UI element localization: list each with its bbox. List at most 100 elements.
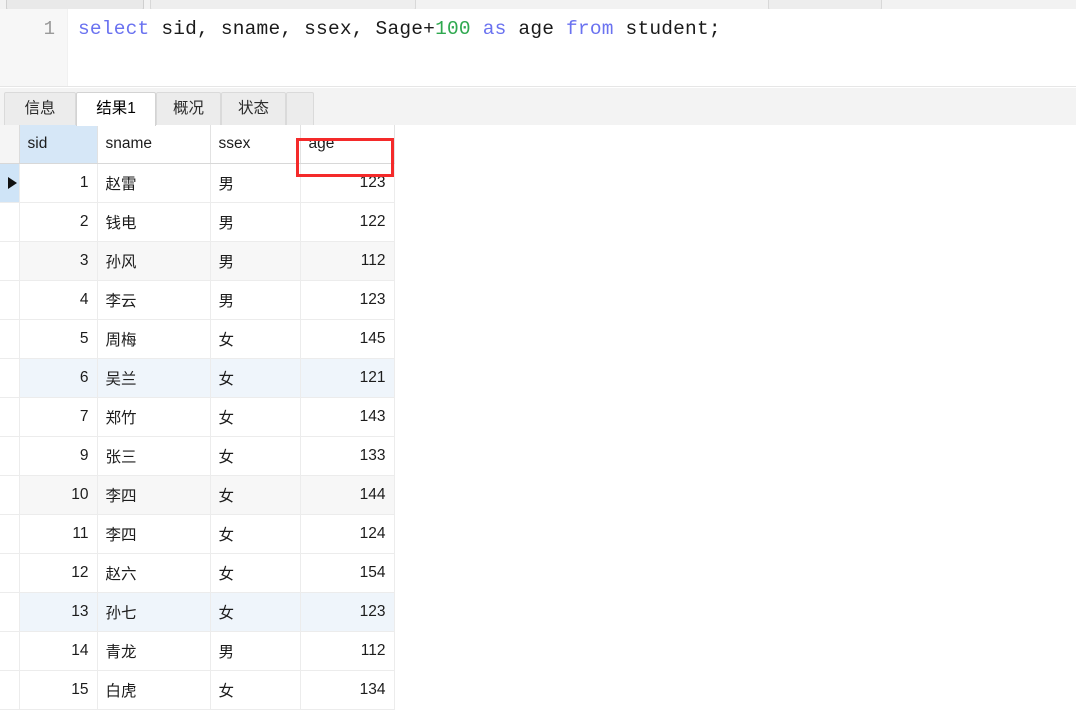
cell-sid[interactable]: 6 xyxy=(19,358,98,398)
row-marker-cell[interactable] xyxy=(0,397,20,437)
cell-ssex[interactable]: 女 xyxy=(210,514,301,554)
row-marker-cell[interactable] xyxy=(0,280,20,320)
cell-sname[interactable]: 白虎 xyxy=(97,670,211,710)
cell-sname[interactable]: 孙七 xyxy=(97,592,211,632)
sql-statement[interactable]: select sid, sname, ssex, Sage+100 as age… xyxy=(78,16,721,42)
cell-sid[interactable]: 7 xyxy=(19,397,98,437)
row-marker-cell[interactable] xyxy=(0,202,20,242)
cell-age[interactable]: 124 xyxy=(300,514,395,554)
table-row[interactable]: 3 孙风男 112 xyxy=(0,241,395,281)
table-row[interactable]: 9 张三女 133 xyxy=(0,436,395,476)
table-row[interactable]: 2 钱电男 122 xyxy=(0,202,395,242)
cell-sid[interactable]: 4 xyxy=(19,280,98,320)
table-row[interactable]: 7 郑竹女 143 xyxy=(0,397,395,437)
table-header-row: sid sname ssex age xyxy=(0,125,395,164)
tab-result1[interactable]: 结果1 xyxy=(76,92,156,126)
cell-sname[interactable]: 钱电 xyxy=(97,202,211,242)
cell-sid[interactable]: 13 xyxy=(19,592,98,632)
row-marker-cell[interactable] xyxy=(0,163,20,203)
cell-sid[interactable]: 15 xyxy=(19,670,98,710)
cell-sname[interactable]: 青龙 xyxy=(97,631,211,671)
cell-ssex[interactable]: 女 xyxy=(210,436,301,476)
cell-sname[interactable]: 李四 xyxy=(97,475,211,515)
cell-ssex[interactable]: 男 xyxy=(210,241,301,281)
cell-ssex[interactable]: 女 xyxy=(210,553,301,593)
cell-sname[interactable]: 李云 xyxy=(97,280,211,320)
row-marker-cell[interactable] xyxy=(0,592,20,632)
cell-sid[interactable]: 2 xyxy=(19,202,98,242)
column-header-sid[interactable]: sid xyxy=(19,125,98,164)
tab-status[interactable]: 状态 xyxy=(221,92,286,125)
cell-sname[interactable]: 赵六 xyxy=(97,553,211,593)
cell-age[interactable]: 112 xyxy=(300,631,395,671)
cell-sname[interactable]: 周梅 xyxy=(97,319,211,359)
table-row[interactable]: 10 李四女 144 xyxy=(0,475,395,515)
row-marker-cell[interactable] xyxy=(0,514,20,554)
cell-age[interactable]: 143 xyxy=(300,397,395,437)
cell-ssex[interactable]: 女 xyxy=(210,475,301,515)
row-marker-cell[interactable] xyxy=(0,436,20,476)
cell-sid[interactable]: 11 xyxy=(19,514,98,554)
table-row[interactable]: 1 赵雷男 123 xyxy=(0,163,395,203)
cell-sname[interactable]: 赵雷 xyxy=(97,163,211,203)
row-marker-cell[interactable] xyxy=(0,241,20,281)
caret-right-icon xyxy=(8,176,17,189)
cell-sid[interactable]: 12 xyxy=(19,553,98,593)
cell-age[interactable]: 144 xyxy=(300,475,395,515)
cell-age[interactable]: 121 xyxy=(300,358,395,398)
cell-sid[interactable]: 14 xyxy=(19,631,98,671)
cell-ssex[interactable]: 男 xyxy=(210,280,301,320)
row-marker-cell[interactable] xyxy=(0,319,20,359)
cell-sid[interactable]: 10 xyxy=(19,475,98,515)
sql-token-plain: sid, sname, ssex, Sage+ xyxy=(149,18,436,40)
tab-profile[interactable]: 概况 xyxy=(156,92,221,125)
column-header-ssex[interactable]: ssex xyxy=(210,125,301,164)
row-marker-cell[interactable] xyxy=(0,553,20,593)
cell-ssex[interactable]: 女 xyxy=(210,670,301,710)
table-row[interactable]: 14 青龙男 112 xyxy=(0,631,395,671)
cell-age[interactable]: 122 xyxy=(300,202,395,242)
row-marker-cell[interactable] xyxy=(0,358,20,398)
row-marker-cell[interactable] xyxy=(0,670,20,710)
cell-sname[interactable]: 李四 xyxy=(97,514,211,554)
result-grid[interactable]: sid sname ssex age 1 赵雷男 123 2 钱电男 122 3 孙风男 112… xyxy=(0,125,1076,721)
cell-sname[interactable]: 郑竹 xyxy=(97,397,211,437)
row-marker-cell[interactable] xyxy=(0,475,20,515)
tab-info[interactable]: 信息 xyxy=(4,92,76,125)
cell-age[interactable]: 123 xyxy=(300,280,395,320)
cell-sid[interactable]: 5 xyxy=(19,319,98,359)
table-row[interactable]: 15 白虎女 134 xyxy=(0,670,395,710)
cell-sname[interactable]: 张三 xyxy=(97,436,211,476)
table-row[interactable]: 4 李云男 123 xyxy=(0,280,395,320)
cell-sid[interactable]: 3 xyxy=(19,241,98,281)
table-row[interactable]: 6 吴兰女 121 xyxy=(0,358,395,398)
cell-age[interactable]: 123 xyxy=(300,163,395,203)
sql-editor[interactable]: 1 select sid, sname, ssex, Sage+100 as a… xyxy=(0,9,1076,87)
table-row[interactable]: 11 李四女 124 xyxy=(0,514,395,554)
cell-age[interactable]: 145 xyxy=(300,319,395,359)
cell-sname[interactable]: 孙风 xyxy=(97,241,211,281)
cell-age[interactable]: 112 xyxy=(300,241,395,281)
cell-ssex[interactable]: 女 xyxy=(210,397,301,437)
cell-ssex[interactable]: 女 xyxy=(210,358,301,398)
cell-age[interactable]: 123 xyxy=(300,592,395,632)
cell-age[interactable]: 133 xyxy=(300,436,395,476)
cell-sname[interactable]: 吴兰 xyxy=(97,358,211,398)
row-marker-cell[interactable] xyxy=(0,631,20,671)
cell-age[interactable]: 134 xyxy=(300,670,395,710)
column-header-sname[interactable]: sname xyxy=(97,125,211,164)
cell-age[interactable]: 154 xyxy=(300,553,395,593)
cell-sid[interactable]: 1 xyxy=(19,163,98,203)
cell-ssex[interactable]: 男 xyxy=(210,631,301,671)
sql-token-plain: age xyxy=(506,18,567,40)
cell-ssex[interactable]: 男 xyxy=(210,202,301,242)
cell-sid[interactable]: 9 xyxy=(19,436,98,476)
column-header-age[interactable]: age xyxy=(300,125,395,164)
table-row[interactable]: 12 赵六女 154 xyxy=(0,553,395,593)
cell-ssex[interactable]: 女 xyxy=(210,592,301,632)
cell-ssex[interactable]: 男 xyxy=(210,163,301,203)
cell-ssex[interactable]: 女 xyxy=(210,319,301,359)
table-row[interactable]: 13 孙七女 123 xyxy=(0,592,395,632)
sql-token-keyword: from xyxy=(566,18,614,40)
table-row[interactable]: 5 周梅女 145 xyxy=(0,319,395,359)
